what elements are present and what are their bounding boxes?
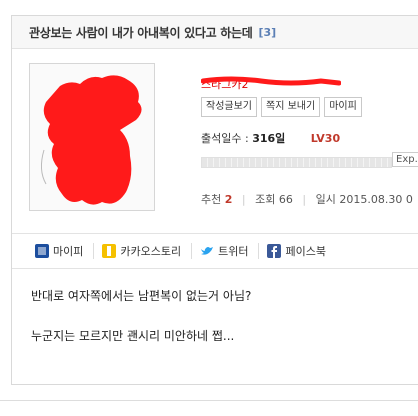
post-body: 반대로 여자쪽에서는 남편복이 없는거 아님? 누군지는 모르지만 괜시리 미안… [31, 286, 251, 366]
post-title-bar: 관상보는 사람이 내가 아내복이 있다고 하는데 [3] [12, 16, 418, 49]
date-label: 일시 [315, 193, 336, 206]
exp-label: Exp. [392, 152, 418, 167]
view-posts-button[interactable]: 작성글보기 [201, 97, 257, 117]
share-twitter[interactable]: 트위터 [191, 243, 248, 259]
body-line: 반대로 여자쪽에서는 남편복이 없는거 아님? [31, 289, 252, 303]
share-kakao-label: 카카오스토리 [120, 245, 182, 258]
attendance-value: 316일 [252, 132, 286, 145]
post-container: 관상보는 사람이 내가 아내복이 있다고 하는데 [3] 스라그카2 작성글보기… [11, 15, 418, 385]
recommend-count: 2 [224, 193, 233, 206]
share-kakao[interactable]: 카카오스토리 [93, 243, 181, 259]
attendance-label: 출석일수 : [201, 132, 249, 145]
recommend-label: 추천 [201, 193, 222, 206]
share-facebook-label: 페이스북 [285, 245, 326, 258]
name-redaction-scribble [201, 76, 341, 86]
avatar[interactable] [29, 63, 155, 211]
exp-progress-bar [201, 157, 392, 168]
twitter-icon [200, 244, 214, 258]
comment-count[interactable]: [3] [258, 26, 276, 39]
kakaostory-icon [102, 244, 117, 258]
attendance-row: 출석일수 : 316일 LV30 [201, 130, 340, 146]
level-badge: LV30 [310, 132, 341, 145]
divider: | [241, 193, 246, 206]
send-message-button[interactable]: 쪽지 보내기 [261, 97, 321, 117]
profile-buttons: 작성글보기 쪽지 보내기 마이피 [201, 97, 362, 117]
body-line: 누군지는 모르지만 괜시리 미안하네 쩝... [31, 329, 235, 343]
views-count: 66 [278, 193, 293, 206]
share-mypi-label: 마이피 [53, 245, 84, 258]
facebook-icon [267, 244, 282, 258]
post-meta: 추천 2 | 조회 66 | 일시 2015.08.30 0 [201, 191, 413, 207]
share-bar: 마이피 카카오스토리 트위터 페이스북 [12, 233, 418, 269]
mypi-button[interactable]: 마이피 [324, 97, 362, 117]
views-label: 조회 [255, 193, 276, 206]
post-title: 관상보는 사람이 내가 아내복이 있다고 하는데 [29, 25, 253, 40]
share-mypi[interactable]: 마이피 [35, 243, 83, 259]
divider: | [302, 193, 307, 206]
author-name-redacted[interactable]: 스라그카2 [201, 73, 341, 91]
share-twitter-label: 트위터 [218, 245, 249, 258]
mypi-icon [35, 244, 49, 258]
redacted-scribble [40, 75, 142, 205]
divider [0, 400, 418, 401]
post-date: 2015.08.30 0 [339, 193, 413, 206]
share-facebook[interactable]: 페이스북 [258, 243, 326, 259]
